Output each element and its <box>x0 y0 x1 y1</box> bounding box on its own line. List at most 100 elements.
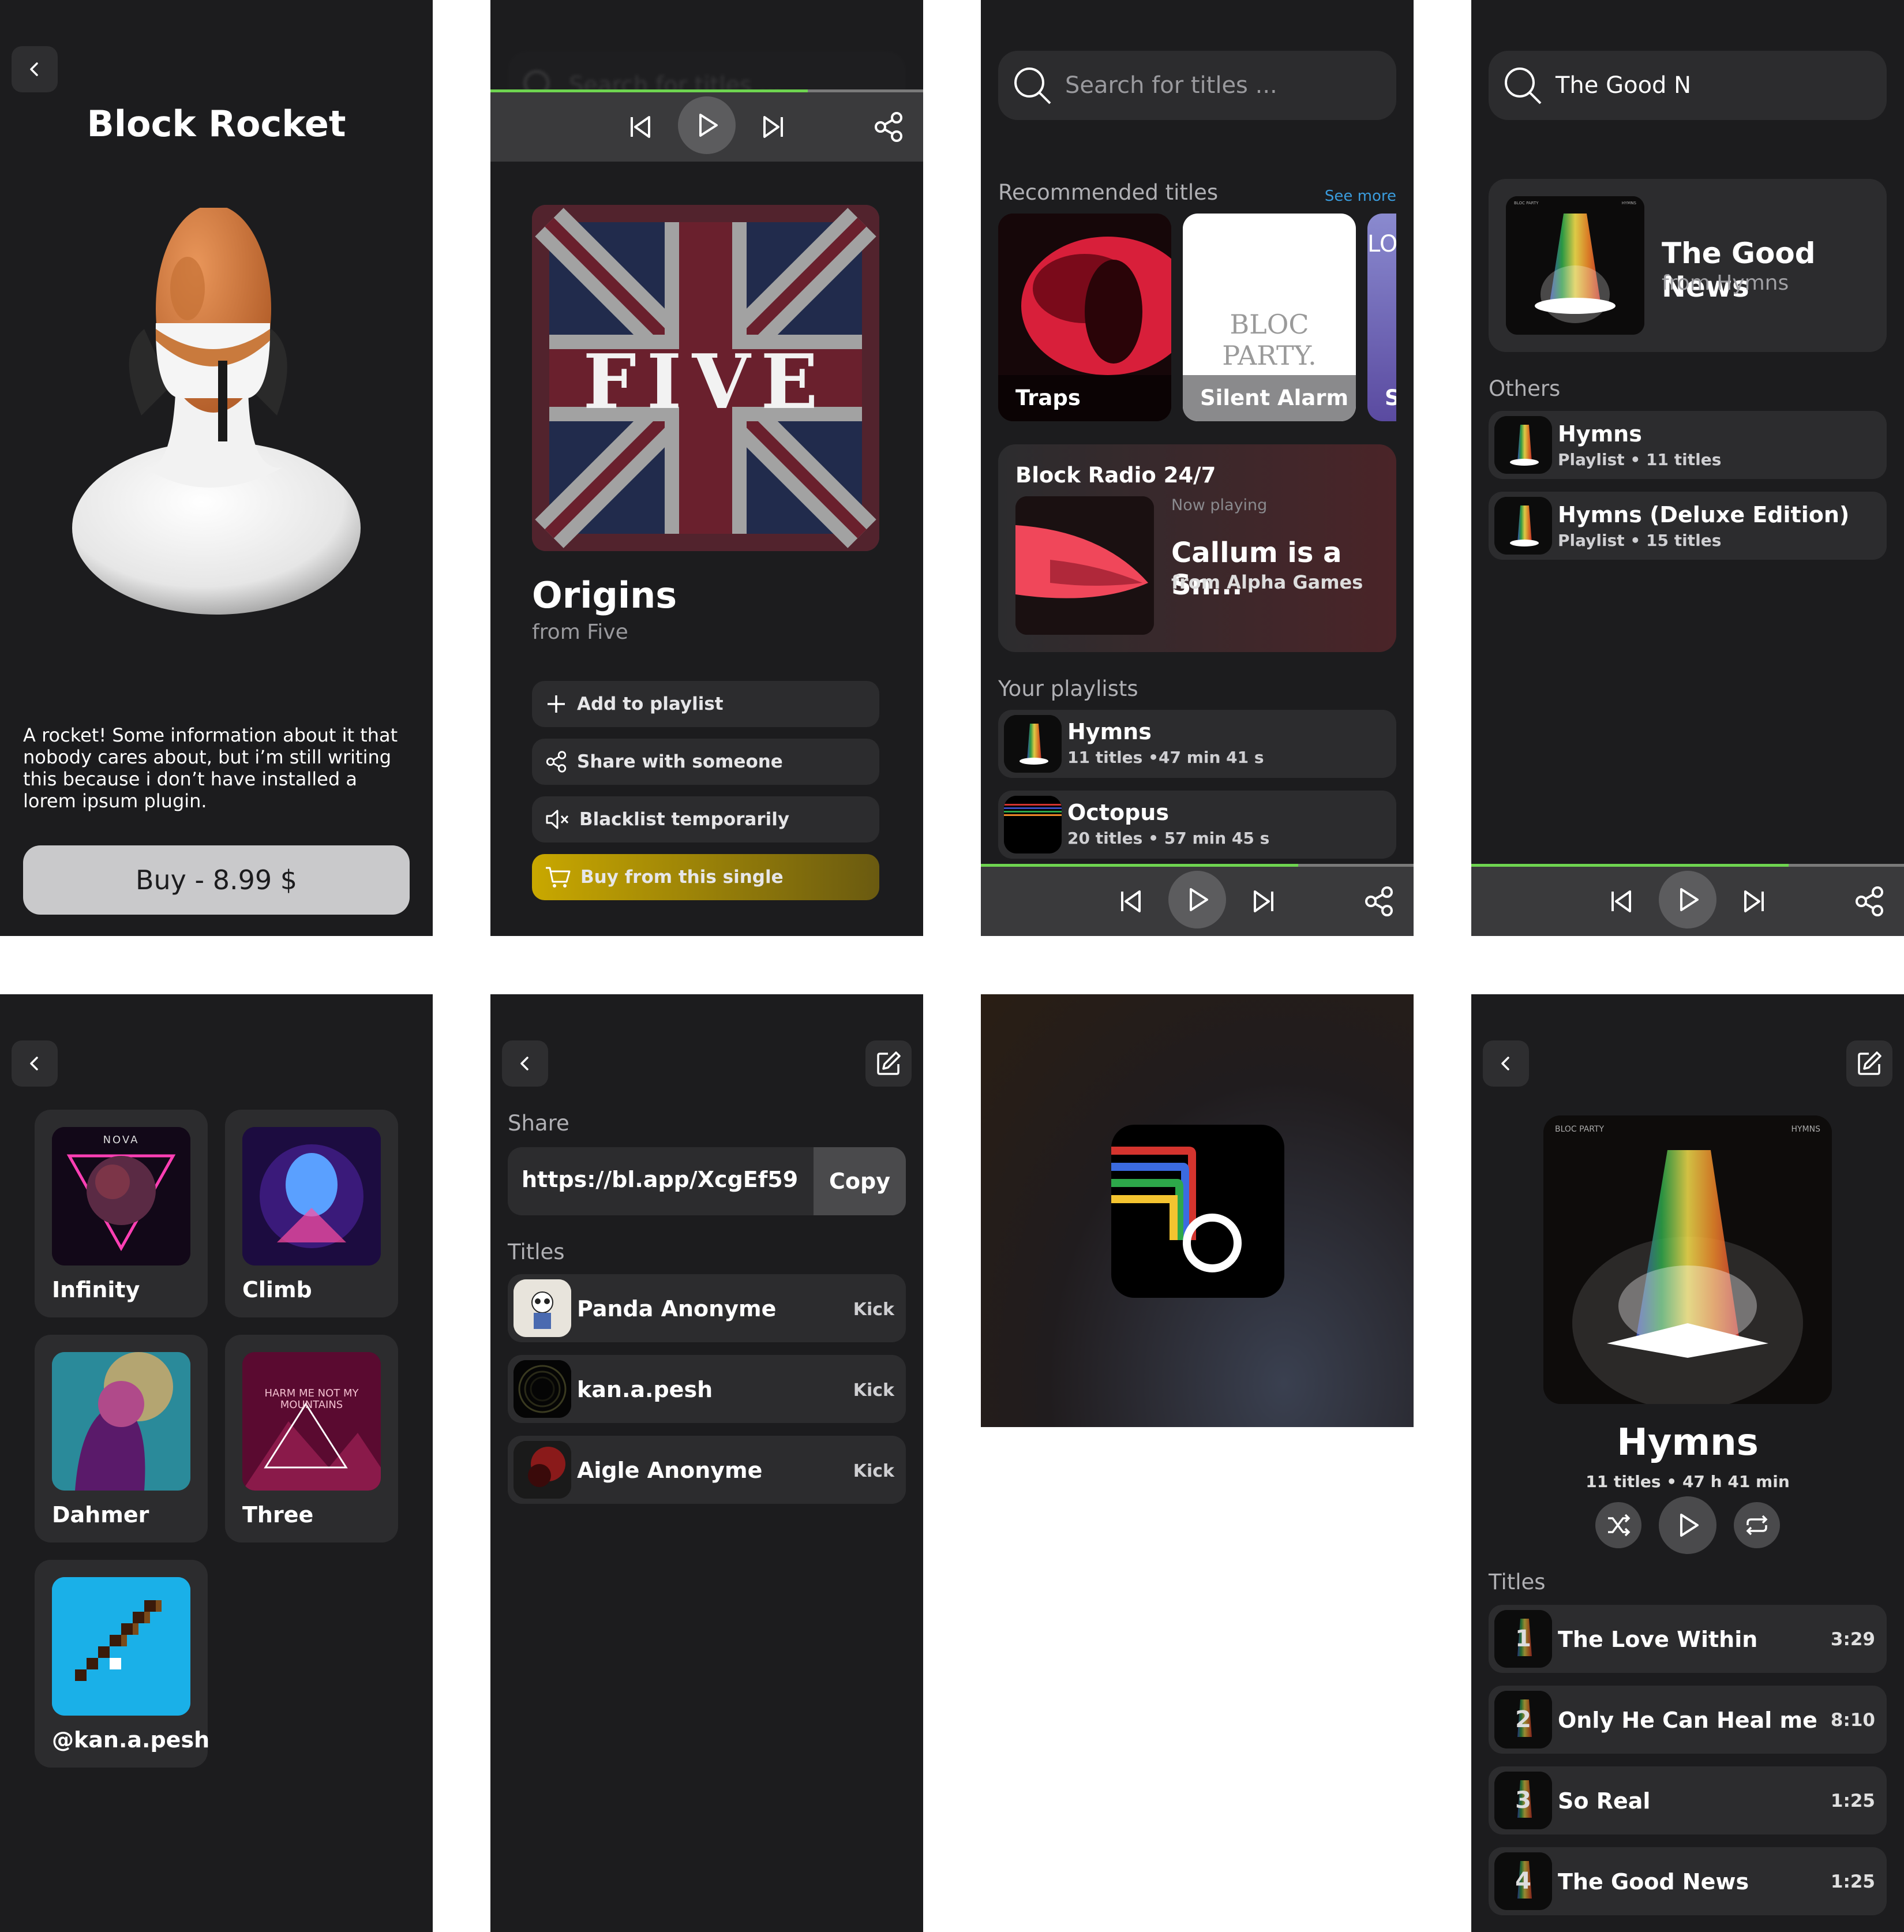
collection-tile[interactable]: Dahmer <box>35 1335 208 1542</box>
titles-label: Titles <box>508 1240 565 1264</box>
repeat-button[interactable] <box>1734 1502 1780 1548</box>
recommended-label: Recommended titles <box>998 180 1219 205</box>
back-button[interactable] <box>12 46 58 92</box>
track-duration: 1:25 <box>1830 1871 1875 1892</box>
playlist-row[interactable]: Hymns 11 titles •47 min 41 s <box>998 710 1396 778</box>
track-row[interactable]: 4 The Good News 1:25 <box>1489 1847 1887 1915</box>
top-result-card[interactable]: BLOC PARTY HYMNS The Good News from Hymn… <box>1489 179 1887 352</box>
track-row[interactable]: 2 Only He Can Heal me 8:10 <box>1489 1686 1887 1754</box>
next-button[interactable] <box>1734 881 1774 922</box>
playlist-meta: 20 titles • 57 min 45 s <box>1067 829 1270 848</box>
track-row[interactable]: 1 The Love Within 3:29 <box>1489 1605 1887 1673</box>
play-all-button[interactable] <box>1659 1496 1716 1554</box>
progress-rest <box>1298 864 1414 867</box>
search-query: The Good N <box>1556 72 1692 99</box>
play-button[interactable] <box>1659 871 1716 928</box>
playlist-row[interactable]: Octopus 20 titles • 57 min 45 s <box>998 791 1396 859</box>
edit-button[interactable] <box>865 1040 912 1087</box>
back-button[interactable] <box>12 1040 58 1087</box>
buy-single-button[interactable]: Buy from this single <box>532 854 879 900</box>
splash-screen: b <box>981 994 1414 1427</box>
user-avatar <box>514 1279 571 1337</box>
previous-button[interactable] <box>1111 881 1151 922</box>
play-icon <box>1190 888 1208 911</box>
chevron-left-icon <box>520 1057 529 1070</box>
playlist-meta: 11 titles • 47 h 41 min <box>1586 1472 1790 1491</box>
share-link-field[interactable]: https://bl.app/XcgEf59 Copy <box>508 1147 906 1215</box>
track-row[interactable]: 3 So Real 1:25 <box>1489 1766 1887 1834</box>
fishing-rod-artwork <box>52 1577 190 1716</box>
plus-icon <box>548 695 565 713</box>
search-icon <box>1014 68 1051 104</box>
add-to-playlist-button[interactable]: Add to playlist <box>532 681 879 727</box>
share-button[interactable] <box>1849 881 1890 922</box>
track-duration: 3:29 <box>1830 1629 1875 1650</box>
radio-card[interactable]: Block Radio 24/7 Now playing Callum is a… <box>998 444 1396 652</box>
recommended-card[interactable]: LO S <box>1367 214 1396 421</box>
titles-label: Titles <box>1489 1570 1546 1594</box>
edit-icon <box>1858 1051 1881 1075</box>
kick-button[interactable]: Kick <box>853 1461 894 1481</box>
card-cover-text: LO <box>1367 231 1396 257</box>
search-bar[interactable]: The Good N <box>1489 51 1887 120</box>
see-more-link[interactable]: See more <box>1325 188 1396 205</box>
previous-button[interactable] <box>620 107 661 147</box>
buy-button[interactable]: Buy - 8.99 $ <box>23 845 410 915</box>
skip-previous-icon <box>1611 890 1631 912</box>
shuffle-button[interactable] <box>1595 1502 1641 1548</box>
user-name: kan.a.pesh <box>577 1377 713 1402</box>
share-button[interactable] <box>1359 881 1399 922</box>
mute-icon <box>546 810 569 829</box>
play-button[interactable] <box>1168 871 1226 928</box>
track-artist: from Five <box>532 620 628 644</box>
cover-album: HYMNS <box>1791 1125 1820 1134</box>
collection-tile[interactable]: NOVA Infinity <box>35 1110 208 1317</box>
result-row[interactable]: Hymns Playlist • 11 titles <box>1489 411 1887 479</box>
track-name: So Real <box>1558 1788 1651 1814</box>
others-label: Others <box>1489 376 1561 401</box>
three-artwork <box>242 1352 381 1491</box>
rocket-screen: Block Rocket A rocket! Some information … <box>0 0 433 936</box>
app-logo: b <box>1111 1125 1284 1298</box>
kick-button[interactable]: Kick <box>853 1380 894 1401</box>
play-icon <box>699 114 718 137</box>
play-icon <box>1680 888 1699 911</box>
result-meta: Playlist • 11 titles <box>1558 450 1722 469</box>
product-description: A rocket! Some information about it that… <box>23 724 398 812</box>
back-button[interactable] <box>502 1040 548 1087</box>
next-button[interactable] <box>1243 881 1284 922</box>
collection-tile[interactable]: HARM ME NOT MY MOUNTAINS Three <box>225 1335 398 1542</box>
recommended-card[interactable]: BLOC PARTY. Silent Alarm <box>1183 214 1356 421</box>
kick-button[interactable]: Kick <box>853 1300 894 1320</box>
skip-next-icon <box>1744 890 1764 912</box>
buy-button-label: Buy - 8.99 $ <box>135 864 298 896</box>
user-row: Panda Anonyme Kick <box>508 1274 906 1342</box>
track-name: The Love Within <box>1558 1627 1758 1652</box>
tile-name: @kan.a.pesh <box>52 1727 210 1753</box>
play-button[interactable] <box>678 96 736 154</box>
playlist-screen: BLOC PARTY HYMNS Hymns 11 titles • 47 h … <box>1471 994 1904 1932</box>
share-with-someone-button[interactable]: Share with someone <box>532 739 879 785</box>
copy-button[interactable]: Copy <box>814 1147 906 1215</box>
track-title: Origins <box>532 574 677 616</box>
collection-tile[interactable]: Climb <box>225 1110 398 1317</box>
eagle-avatar <box>514 1441 571 1499</box>
recommended-card[interactable]: Traps <box>998 214 1171 421</box>
previous-button[interactable] <box>1601 881 1641 922</box>
back-button[interactable] <box>1483 1040 1529 1087</box>
result-row[interactable]: Hymns (Deluxe Edition) Playlist • 15 tit… <box>1489 492 1887 560</box>
share-link: https://bl.app/XcgEf59 <box>522 1167 799 1192</box>
edit-button[interactable] <box>1846 1040 1892 1087</box>
search-bar[interactable]: Search for titles ... <box>998 51 1396 120</box>
share-button[interactable] <box>868 107 909 147</box>
player-bar <box>490 89 923 162</box>
single-cover: FIVE <box>532 205 879 551</box>
next-button[interactable] <box>753 107 793 147</box>
share-label: Share <box>508 1111 569 1136</box>
copy-button-label: Copy <box>829 1169 890 1194</box>
blacklist-button[interactable]: Blacklist temporarily <box>532 796 879 843</box>
playlist-cover: BLOC PARTY HYMNS <box>1543 1115 1832 1404</box>
track-name: The Good News <box>1558 1869 1749 1894</box>
dahmer-artwork <box>52 1352 190 1491</box>
collection-tile[interactable]: @kan.a.pesh <box>35 1560 210 1768</box>
